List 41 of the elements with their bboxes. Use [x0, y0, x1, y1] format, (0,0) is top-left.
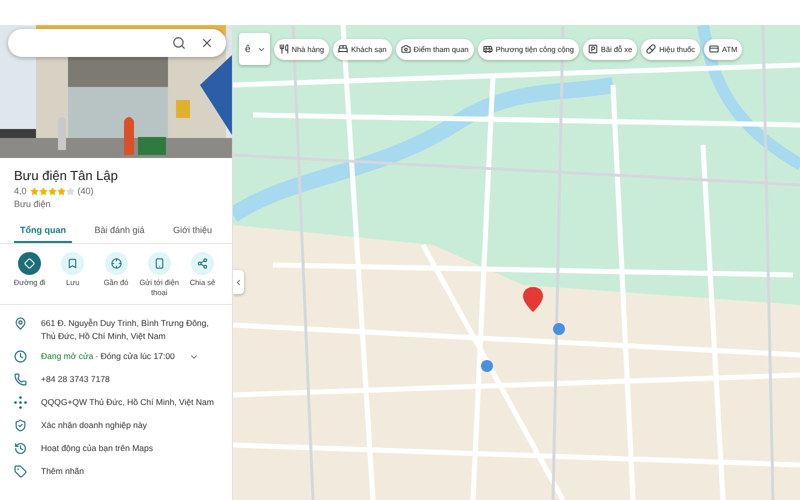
phone-icon [14, 372, 27, 386]
smartphone-icon [154, 258, 165, 269]
pill-icon [646, 44, 656, 54]
review-count[interactable]: (40) [78, 186, 94, 196]
info-text[interactable]: Hoạt động của bạn trên Maps [41, 442, 153, 454]
place-title: Bưu điện Tân Lập [14, 168, 119, 183]
info-text[interactable]: · Đóng cửa lúc 17:00 [95, 350, 175, 362]
tab[interactable]: Giới thiệu [167, 221, 218, 243]
info-text[interactable]: QQQG+QW Thủ Đức, Hồ Chí Minh, Việt Nam [41, 396, 214, 408]
bed-icon [338, 44, 348, 54]
share-icon [196, 258, 208, 269]
bus-icon [482, 44, 493, 54]
location-pin-icon [14, 317, 27, 330]
tab[interactable]: Tổng quan [14, 221, 72, 243]
action-button[interactable] [148, 252, 171, 275]
history-icon [14, 442, 27, 455]
chevron-left-icon [234, 278, 243, 286]
fork-knife-icon [278, 44, 289, 54]
tag-icon [14, 464, 27, 478]
open-status: Đang mở cửa [41, 350, 94, 362]
parking-icon [588, 44, 598, 54]
action-button[interactable] [61, 252, 84, 275]
input-tools-button[interactable]: ê [239, 33, 270, 65]
info-text[interactable]: +84 28 3743 7178 [41, 372, 110, 386]
place-category: Bưu điện [14, 199, 52, 209]
info-text[interactable]: Xác nhận doanh nghiệp này [41, 418, 147, 432]
dots-icon [14, 396, 27, 409]
action-button[interactable] [104, 252, 128, 275]
info-text[interactable]: 661 Đ. Nguyễn Duy Trinh, Bình Trưng Đông, Thủ Đức, Hồ Chí Minh, Việt Nam [41, 317, 218, 342]
card-icon [709, 44, 720, 54]
tab[interactable]: Bài đánh giá [88, 221, 151, 243]
shield-check-icon [14, 418, 27, 432]
clock-icon [14, 350, 27, 363]
nearby-icon [110, 258, 122, 269]
action-button[interactable] [18, 252, 42, 275]
action-button[interactable] [190, 252, 214, 275]
bookmark-icon [67, 258, 78, 269]
directions-icon [24, 258, 36, 269]
rating-value: 4,0 [14, 186, 27, 196]
camera-icon [400, 44, 411, 54]
info-text[interactable]: Thêm nhãn [41, 464, 84, 478]
